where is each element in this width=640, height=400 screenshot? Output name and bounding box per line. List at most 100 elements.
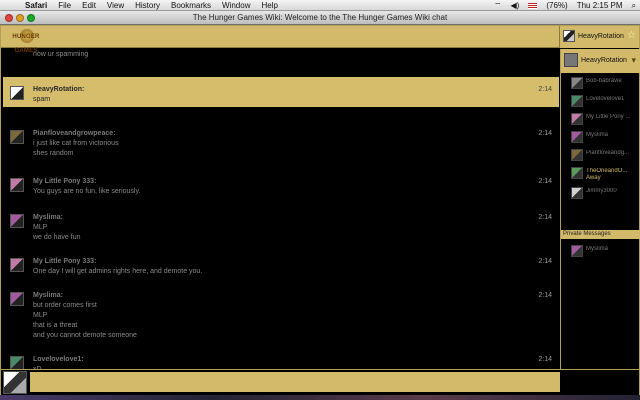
- user-avatar: [571, 95, 583, 107]
- dock[interactable]: [0, 395, 640, 400]
- dropdown-arrow-icon[interactable]: ▾: [631, 55, 636, 66]
- user-name: Myslima: [586, 246, 608, 252]
- menu-edit[interactable]: Edit: [82, 0, 96, 11]
- message-author[interactable]: HeavyRotation:: [33, 86, 84, 93]
- message-author[interactable]: My Little Pony 333:: [33, 258, 96, 265]
- menu-view[interactable]: View: [107, 0, 124, 11]
- composer-avatar: [3, 371, 27, 394]
- minimize-window-button[interactable]: [16, 14, 24, 22]
- user-list-item[interactable]: Myslima: [561, 129, 640, 147]
- user-sidebar: HeavyRotation ▾ Bob-babravie Lovelovelove…: [560, 49, 640, 369]
- user-name: Myslima: [586, 132, 608, 138]
- private-message-item[interactable]: Myslima: [561, 243, 640, 261]
- menu-safari[interactable]: Safari: [25, 0, 47, 11]
- flag-icon[interactable]: [528, 2, 538, 9]
- message-author[interactable]: Myslima:: [33, 214, 63, 221]
- menu-bookmarks[interactable]: Bookmarks: [171, 0, 211, 11]
- message-avatar[interactable]: [10, 178, 24, 192]
- user-list-item[interactable]: My Little Pony ...: [561, 111, 640, 129]
- message-text: but order comes first: [33, 302, 97, 309]
- user-avatar: [571, 187, 583, 199]
- volume-icon[interactable]: ◀): [511, 0, 520, 11]
- wiki-logo[interactable]: HUNGER GAMES: [4, 29, 48, 54]
- message-text: One day I will get admins rights here, a…: [33, 268, 203, 275]
- chat-message: Pianfloveandgrowpeace: i just like cat fr…: [3, 121, 559, 161]
- message-time: 2:14: [538, 178, 552, 185]
- battery-text[interactable]: (76%): [546, 0, 567, 11]
- user-avatar: [571, 131, 583, 143]
- message-author[interactable]: My Little Pony 333:: [33, 178, 96, 185]
- message-text: that is a threat: [33, 322, 78, 329]
- menu-history[interactable]: History: [135, 0, 160, 11]
- chat-message: That is what a kick isnow ur spamming: [3, 49, 559, 69]
- message-text: shes random: [33, 150, 74, 157]
- message-avatar[interactable]: [10, 130, 24, 144]
- zoom-window-button[interactable]: [27, 14, 35, 22]
- message-time: 2:14: [538, 130, 552, 137]
- message-time: 2:14: [538, 292, 552, 299]
- message-list[interactable]: That is what a kick isnow ur spamming Hea…: [1, 49, 560, 369]
- chat-message: Myslima: but order comes first MLP that is …: [3, 283, 559, 343]
- user-avatar: [571, 149, 583, 161]
- message-avatar[interactable]: [10, 258, 24, 272]
- user-list-item[interactable]: Jimmy3000: [561, 185, 640, 203]
- private-messages-header: Private Messages: [561, 230, 640, 239]
- user-avatar: [571, 77, 583, 89]
- message-avatar[interactable]: [10, 214, 24, 228]
- message-author[interactable]: Myslima:: [33, 292, 63, 299]
- message-avatar[interactable]: [10, 292, 24, 306]
- message-text: MLP: [33, 312, 48, 319]
- sidebar-self[interactable]: HeavyRotation ▾: [561, 49, 640, 73]
- user-list-item[interactable]: Bob-babravie: [561, 75, 640, 93]
- message-text: spam: [33, 96, 51, 103]
- chat-message: Lovelovelove1:xD2:14: [3, 347, 559, 369]
- chat-header: HUNGER GAMES: [1, 26, 639, 54]
- user-list-item[interactable]: Pianfloveandg...: [561, 147, 640, 165]
- chat-message: My Little Pony 333: You guys are no fun, …: [3, 169, 559, 199]
- chat-message: HeavyRotation: spam 2:14: [3, 77, 559, 107]
- message-time: 2:14: [538, 356, 552, 363]
- user-name: My Little Pony ...: [586, 114, 631, 120]
- window-titlebar: The Hunger Games Wiki: Welcome to the Th…: [0, 11, 640, 25]
- close-window-button[interactable]: [5, 14, 13, 22]
- user-avatar: [571, 113, 583, 125]
- message-input[interactable]: [30, 372, 560, 392]
- mac-menubar: Safari File Edit View History Bookmarks …: [0, 0, 640, 11]
- message-author[interactable]: Lovelovelove1:: [33, 356, 84, 363]
- menu-window[interactable]: Window: [222, 0, 250, 11]
- self-name: HeavyRotation: [581, 57, 627, 64]
- user-name: TheOneandO...: [586, 168, 628, 174]
- current-user-box[interactable]: HeavyRotation ☆: [559, 26, 639, 48]
- chat-window: HUNGER GAMES HeavyRotation ☆ That is wha…: [0, 25, 640, 400]
- user-list-item[interactable]: Lovelovelove1: [561, 93, 640, 111]
- message-avatar[interactable]: [10, 86, 24, 100]
- user-name: Lovelovelove1: [586, 96, 625, 102]
- message-time: 2:14: [538, 258, 552, 265]
- menu-file[interactable]: File: [58, 0, 71, 11]
- window-title: The Hunger Games Wiki: Welcome to the Th…: [192, 13, 448, 22]
- message-text: i just like cat from victorious: [33, 140, 119, 147]
- composer: [1, 369, 639, 395]
- message-author[interactable]: Pianfloveandgrowpeace:: [33, 130, 115, 137]
- chat-message: My Little Pony 333: One day I will get ad…: [3, 249, 559, 279]
- user-avatar: [571, 245, 583, 257]
- chat-message: Myslima: MLP we do have fun 2:14: [3, 205, 559, 245]
- message-text: You guys are no fun, like seriously.: [33, 188, 141, 195]
- star-icon[interactable]: ☆: [627, 30, 636, 41]
- spotlight-icon[interactable]: ⌕: [632, 0, 636, 11]
- wifi-icon[interactable]: ⌔: [494, 0, 502, 11]
- self-avatar: [564, 53, 578, 67]
- menu-help[interactable]: Help: [261, 0, 277, 11]
- user-avatar: [571, 167, 583, 179]
- user-name: Jimmy3000: [586, 188, 617, 194]
- current-user-name: HeavyRotation: [578, 33, 624, 40]
- message-avatar[interactable]: [10, 356, 24, 369]
- message-time: 2:14: [538, 86, 552, 93]
- clock[interactable]: Thu 2:15 PM: [577, 0, 623, 11]
- message-text: and you cannot demote someone: [33, 332, 137, 339]
- user-name: Bob-babravie: [586, 78, 622, 84]
- message-text: now ur spamming: [33, 51, 89, 58]
- user-name: Pianfloveandg...: [586, 150, 630, 156]
- user-list-item[interactable]: TheOneandO... Away: [561, 165, 640, 183]
- message-text: MLP: [33, 224, 48, 231]
